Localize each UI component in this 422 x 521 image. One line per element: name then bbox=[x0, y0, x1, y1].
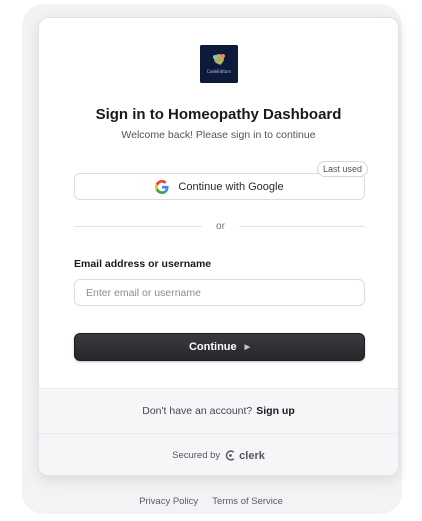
email-field-label: Email address or username bbox=[74, 258, 212, 270]
email-field[interactable] bbox=[74, 279, 365, 306]
google-button-label: Continue with Google bbox=[178, 180, 284, 193]
secured-by-label: Secured by bbox=[172, 450, 221, 461]
clerk-logo-icon bbox=[225, 450, 235, 461]
signup-prompt: Don't have an account? bbox=[142, 405, 253, 417]
svg-text:CodeEditors: CodeEditors bbox=[207, 69, 231, 74]
clerk-brand[interactable]: clerk bbox=[225, 450, 265, 462]
last-used-badge: Last used bbox=[317, 161, 369, 177]
divider-line-right bbox=[239, 226, 365, 227]
clerk-wordmark: clerk bbox=[239, 449, 265, 462]
divider-or: or bbox=[216, 221, 225, 232]
signup-footer: Don't have an account? Sign up bbox=[39, 388, 398, 433]
page-subtitle: Welcome back! Please sign in to continue bbox=[121, 129, 316, 141]
privacy-policy-link[interactable]: Privacy Policy bbox=[139, 496, 198, 507]
triangle-right-icon: ▶ bbox=[244, 344, 251, 351]
secured-by-footer: Secured by clerk bbox=[39, 433, 398, 475]
sign-in-main: CodeEditors Sign in to Homeopathy Dashbo… bbox=[39, 18, 398, 388]
google-g-icon bbox=[155, 179, 169, 194]
sign-up-link[interactable]: Sign up bbox=[256, 405, 295, 417]
legal-links: Privacy Policy Terms of Service bbox=[0, 496, 422, 507]
continue-button[interactable]: Continue ▶ bbox=[74, 333, 365, 361]
sign-in-card: CodeEditors Sign in to Homeopathy Dashbo… bbox=[38, 17, 399, 476]
app-logo: CodeEditors bbox=[200, 45, 238, 83]
continue-button-label: Continue bbox=[188, 341, 237, 353]
terms-of-service-link[interactable]: Terms of Service bbox=[212, 496, 283, 507]
page-title: Sign in to Homeopathy Dashboard bbox=[95, 106, 342, 123]
continue-with-google-button[interactable]: Continue with Google bbox=[74, 173, 365, 200]
divider-line-left bbox=[74, 226, 202, 227]
